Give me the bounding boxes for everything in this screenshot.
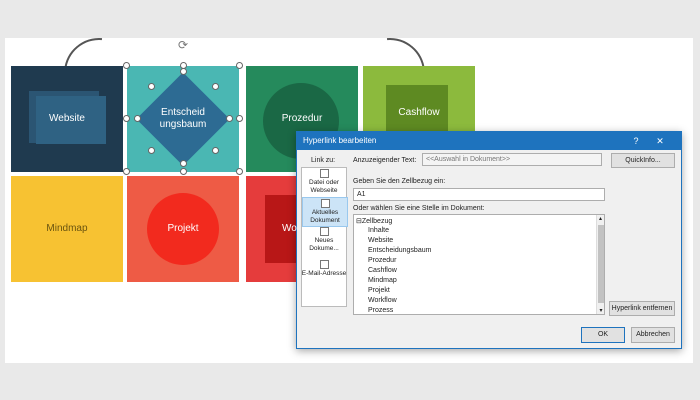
selection-handle[interactable]	[123, 168, 130, 175]
selection-handle[interactable]	[180, 160, 187, 167]
new-document-icon	[319, 227, 329, 236]
nav-current-document-label: Aktuelles Dokument	[310, 209, 340, 224]
nav-file-or-webpage[interactable]: Datei oder Webseite	[301, 169, 347, 195]
tree-item[interactable]: Inhalte	[368, 227, 389, 234]
selection-handle[interactable]	[236, 62, 243, 69]
tree-item[interactable]: Entscheidungsbaum	[368, 247, 431, 254]
tree-item[interactable]: Mindmap	[368, 277, 397, 284]
rotate-handle-icon[interactable]: ⟳	[178, 38, 190, 52]
tree-scrollbar[interactable]: ▴ ▾	[596, 215, 604, 314]
selection-handle[interactable]	[212, 83, 219, 90]
scroll-thumb[interactable]	[598, 225, 604, 303]
nav-new-document[interactable]: Neues Dokume...	[301, 227, 347, 253]
selection-handle[interactable]	[148, 83, 155, 90]
selection-handle[interactable]	[180, 68, 187, 75]
stage: ⟳ Website Entscheid ungsbaum Prozedur Ca…	[0, 0, 700, 400]
tile-mindmap-label: Mindmap	[46, 223, 88, 234]
selection-handle[interactable]	[236, 168, 243, 175]
nav-email-address-label: E-Mail-Adresse	[301, 270, 347, 277]
hyperlink-dialog: Hyperlink bearbeiten ? ✕ Link zu: Datei …	[296, 131, 682, 349]
selection-handle[interactable]	[180, 168, 187, 175]
display-text-field[interactable]: <<Auswahl in Dokument>>	[422, 153, 602, 166]
tile-projekt[interactable]: Projekt	[127, 176, 239, 282]
cell-ref-label: Geben Sie den Zellbezug ein:	[353, 178, 446, 185]
nav-new-document-label: Neues Dokume...	[309, 237, 339, 252]
place-label: Oder wählen Sie eine Stelle im Dokument:	[353, 205, 485, 212]
email-icon	[319, 260, 329, 269]
tile-entscheidungsbaum[interactable]: Entscheid ungsbaum	[127, 66, 239, 172]
tile-website-label: Website	[49, 113, 85, 124]
nav-file-or-webpage-label: Datei oder Webseite	[309, 179, 339, 194]
globe-document-icon	[319, 169, 329, 178]
tree-item[interactable]: Workflow	[368, 297, 397, 304]
cancel-button[interactable]: Abbrechen	[631, 327, 675, 343]
scroll-up-icon[interactable]: ▴	[597, 215, 604, 222]
dialog-title: Hyperlink bearbeiten	[297, 132, 681, 150]
tile-workflow-label: Wo	[282, 223, 297, 234]
help-icon[interactable]: ?	[629, 134, 643, 148]
tree-item[interactable]: Prozedur	[368, 257, 396, 264]
nav-email-address[interactable]: E-Mail-Adresse	[301, 260, 347, 278]
quickinfo-button[interactable]: QuickInfo...	[611, 153, 675, 168]
selection-handle[interactable]	[148, 147, 155, 154]
tile-projekt-label: Projekt	[167, 223, 199, 234]
selection-handle[interactable]	[226, 115, 233, 122]
tree-root[interactable]: ⊟Zellbezug	[356, 217, 392, 225]
selection-handle[interactable]	[212, 147, 219, 154]
place-tree[interactable]: ⊟Zellbezug Inhalte Website Entscheidungs…	[353, 214, 605, 315]
close-icon[interactable]: ✕	[653, 134, 667, 148]
tree-item[interactable]: Projekt	[368, 287, 390, 294]
tile-entscheidungsbaum-label: Entscheid ungsbaum	[159, 107, 207, 130]
document-icon	[320, 199, 330, 208]
tile-cashflow-label: Cashflow	[398, 107, 440, 118]
selection-handle[interactable]	[236, 115, 243, 122]
display-text-label: Anzuzeigender Text:	[353, 157, 417, 164]
selection-handle[interactable]	[123, 115, 130, 122]
tile-website[interactable]: Website	[11, 66, 123, 172]
selection-handle[interactable]	[134, 115, 141, 122]
tile-prozedur-label: Prozedur	[281, 113, 323, 124]
tile-mindmap[interactable]: Mindmap	[11, 176, 123, 282]
link-to-label: Link zu:	[311, 157, 336, 164]
nav-current-document[interactable]: Aktuelles Dokument	[302, 197, 348, 227]
tree-item[interactable]: Cashflow	[368, 267, 397, 274]
selection-handle[interactable]	[123, 62, 130, 69]
remove-hyperlink-button[interactable]: Hyperlink entfernen	[609, 301, 675, 316]
ok-button[interactable]: OK	[581, 327, 625, 343]
scroll-down-icon[interactable]: ▾	[597, 307, 604, 314]
tree-item[interactable]: Website	[368, 237, 393, 244]
tree-item[interactable]: Prozess	[368, 307, 393, 314]
cell-ref-input[interactable]: A1	[353, 188, 605, 201]
